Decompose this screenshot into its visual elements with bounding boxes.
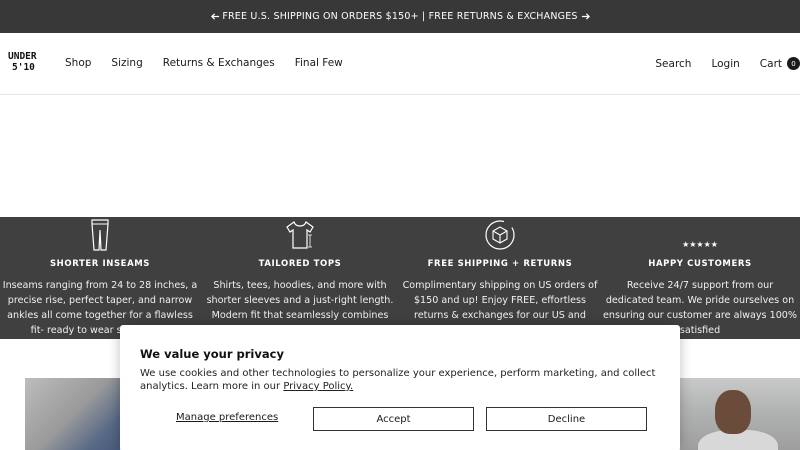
feature-happy-customers: ★★★★★ HAPPY CUSTOMERS Receive 24/7 suppo… [600,217,800,338]
pants-icon [91,219,109,251]
cookie-body-text: We use cookies and other technologies to… [140,368,656,392]
box-icon [485,220,515,250]
features-section: SHORTER INSEAMS Inseams ranging from 24 … [0,217,800,339]
stars-icon: ★★★★★ [682,240,718,249]
hero-placeholder [0,95,800,217]
cookie-body: We use cookies and other technologies to… [140,367,665,393]
accept-button[interactable]: Accept [313,407,474,431]
main-nav: Shop Sizing Returns & Exchanges Final Fe… [65,57,343,69]
nav-sizing[interactable]: Sizing [111,57,142,69]
nav-shop[interactable]: Shop [65,57,91,69]
logo-line1: UNDER [8,51,37,62]
shirt-icon [286,221,314,249]
feature-free-shipping-returns: FREE SHIPPING + RETURNS Complimentary sh… [400,217,600,338]
product-image[interactable] [25,378,120,450]
feature-shorter-inseams: SHORTER INSEAMS Inseams ranging from 24 … [0,217,200,338]
header-actions: Search Login Cart 0 [655,57,800,70]
product-image[interactable] [680,378,800,450]
announcement-text: FREE U.S. SHIPPING ON ORDERS $150+ | FRE… [222,11,578,22]
login-link[interactable]: Login [711,58,739,70]
privacy-policy-link[interactable]: Privacy Policy. [283,381,353,392]
feature-tailored-tops: TAILORED TOPS Shirts, tees, hoodies, and… [200,217,400,338]
cart-link[interactable]: Cart [760,58,782,70]
arrow-right-icon[interactable] [577,8,593,24]
logo-line2: 5'10 [12,62,35,73]
site-header: UNDER 5'10 Shop Sizing Returns & Exchang… [0,33,800,95]
feature-title: SHORTER INSEAMS [49,259,151,269]
cart-count-badge[interactable]: 0 [787,57,800,70]
nav-returns-exchanges[interactable]: Returns & Exchanges [163,57,275,69]
feature-title: FREE SHIPPING + RETURNS [427,259,573,269]
person-head-shape [715,390,751,434]
search-link[interactable]: Search [655,58,691,70]
feature-title: HAPPY CUSTOMERS [648,259,752,269]
cookie-title: We value your privacy [140,347,284,361]
nav-final-few[interactable]: Final Few [295,57,343,69]
manage-preferences-link[interactable]: Manage preferences [176,412,278,423]
arrow-left-icon[interactable] [207,8,223,24]
logo[interactable]: UNDER 5'10 [8,51,37,73]
feature-title: TAILORED TOPS [258,259,342,269]
cookie-consent-dialog: We value your privacy We use cookies and… [120,325,680,450]
decline-button[interactable]: Decline [486,407,647,431]
announcement-bar: FREE U.S. SHIPPING ON ORDERS $150+ | FRE… [0,0,800,33]
